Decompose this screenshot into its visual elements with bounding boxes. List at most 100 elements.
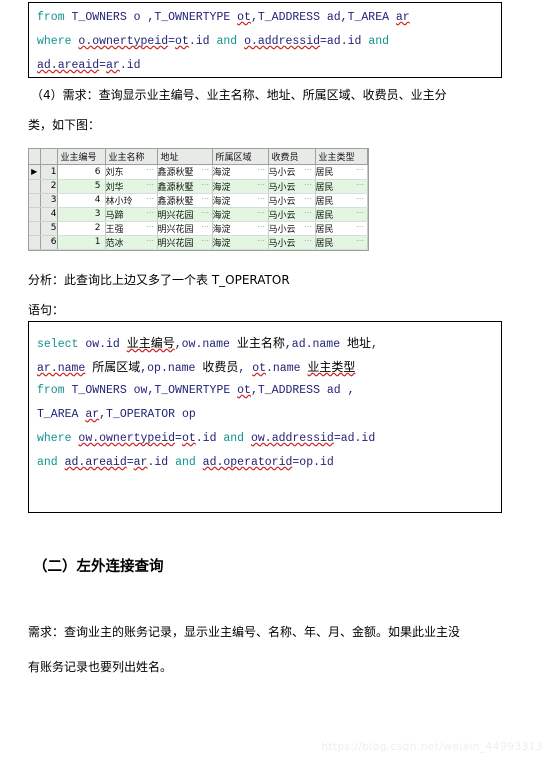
csdn-watermark: https://blog.csdn.net/weixin_44993313 [321, 740, 543, 753]
table-cell[interactable]: 鑫源秋墅 ⋯ [157, 164, 213, 180]
table-cell[interactable]: 6 [57, 164, 106, 180]
table-cell[interactable]: 海淀 ⋯ [212, 164, 269, 180]
row-selector-icon[interactable] [29, 207, 41, 222]
cell-overflow-ellipsis-icon: ⋯ [304, 164, 313, 174]
table-cell[interactable]: 海淀 ⋯ [212, 179, 269, 194]
table-cell[interactable]: 范冰 ⋯ [105, 235, 158, 250]
code-token: =ad.id [320, 35, 369, 48]
code-token: ,ow.name [174, 338, 237, 351]
cell-overflow-ellipsis-icon: ⋯ [304, 207, 313, 217]
table-cell[interactable]: 刘东 ⋯ [105, 164, 158, 180]
table-row[interactable]: 5 2 王强 ⋯ 明兴花园 ⋯ 海淀 ⋯ 马小云 ⋯ 居民 ⋯ [29, 221, 368, 236]
code-token: ot [237, 384, 251, 397]
table-cell[interactable]: 海淀 ⋯ [212, 207, 269, 222]
table-cell[interactable]: 鑫源秋墅 ⋯ [157, 179, 213, 194]
table-cell[interactable]: 海淀 ⋯ [212, 193, 269, 208]
code-line: where ow.ownertypeid=ot.id and ow.addres… [37, 427, 501, 451]
table-row[interactable]: 3 4 林小玲 ⋯ 鑫源秋墅 ⋯ 海淀 ⋯ 马小云 ⋯ 居民 ⋯ [29, 193, 368, 208]
column-header-label: 业主名称 [108, 152, 145, 163]
table-cell[interactable]: 居民 ⋯ [315, 193, 368, 208]
column-header-0[interactable]: 业主编号 [57, 149, 106, 165]
cell-overflow-ellipsis-icon: ⋯ [257, 179, 266, 189]
code-token: 地址 [347, 336, 372, 350]
table-cell[interactable]: 马小云 ⋯ [268, 207, 316, 222]
cell-overflow-ellipsis-icon: ⋯ [146, 221, 155, 231]
table-cell[interactable]: 马小云 ⋯ [268, 235, 316, 250]
cell-value: 马小云 [268, 224, 296, 235]
table-cell[interactable]: 居民 ⋯ [315, 207, 368, 222]
column-header-label: 收费员 [271, 152, 299, 163]
column-header-2[interactable]: 地址 [157, 149, 213, 165]
code-token: ow.addressid [250, 432, 334, 445]
cell-overflow-ellipsis-icon: ⋯ [146, 193, 155, 203]
table-cell[interactable]: 居民 ⋯ [315, 179, 368, 194]
table-cell[interactable]: 林小玲 ⋯ [105, 193, 158, 208]
table-cell[interactable]: 马蹄 ⋯ [105, 207, 158, 222]
cell-overflow-ellipsis-icon: ⋯ [146, 179, 155, 189]
row-selector-icon[interactable] [29, 193, 41, 208]
table-cell[interactable]: 明兴花园 ⋯ [157, 221, 213, 236]
table-cell[interactable]: 1 [57, 235, 106, 250]
column-header-5[interactable]: 业主类型 [315, 149, 368, 165]
table-cell[interactable]: 王强 ⋯ [105, 221, 158, 236]
cell-value: 明兴花园 [157, 224, 194, 235]
code-token: ,ad.name [284, 338, 348, 351]
table-cell[interactable]: 居民 ⋯ [315, 221, 368, 236]
table-cell[interactable]: 明兴花园 ⋯ [157, 207, 213, 222]
table-cell[interactable]: 居民 ⋯ [315, 235, 368, 250]
cell-value: 鑫源秋墅 [157, 196, 194, 207]
code-token: 所属区域 [92, 360, 141, 374]
table-cell[interactable]: 马小云 ⋯ [268, 179, 316, 194]
cell-value: 马蹄 [105, 210, 124, 221]
table-cell[interactable]: 马小云 ⋯ [268, 193, 316, 208]
code-token: T_OWNERS o ,T_OWNERTYPE [71, 11, 238, 24]
code-token: ad.areaid [64, 456, 127, 469]
code-token: .id [195, 432, 224, 445]
cell-overflow-ellipsis-icon: ⋯ [257, 207, 266, 217]
table-cell[interactable]: 海淀 ⋯ [212, 221, 269, 236]
cell-value: 5 [94, 181, 101, 191]
column-header-4[interactable]: 收费员 [268, 149, 316, 165]
cell-value: 6 [94, 166, 101, 177]
cell-overflow-ellipsis-icon: ⋯ [146, 164, 155, 174]
table-cell[interactable]: 5 [57, 179, 106, 194]
cell-value: 马小云 [268, 196, 296, 207]
table-row[interactable]: ▶ 1 6 刘东 ⋯ 鑫源秋墅 ⋯ 海淀 ⋯ 马小云 ⋯ 居民 ⋯ [29, 164, 368, 180]
cell-overflow-ellipsis-icon: ⋯ [304, 193, 313, 203]
code-token: , [238, 362, 253, 375]
table-cell[interactable]: 明兴花园 ⋯ [157, 235, 213, 250]
code-token: = [168, 35, 176, 48]
row-selector-icon[interactable] [29, 221, 41, 236]
table-cell[interactable]: 刘华 ⋯ [105, 179, 158, 194]
column-header-3[interactable]: 所属区域 [212, 149, 269, 165]
row-selector-icon[interactable]: ▶ [29, 164, 41, 180]
code-token: ,op.name [140, 362, 203, 375]
table-cell[interactable]: 3 [57, 207, 106, 222]
table-row[interactable]: 2 5 刘华 ⋯ 鑫源秋墅 ⋯ 海淀 ⋯ 马小云 ⋯ 居民 ⋯ [29, 179, 368, 194]
table-row[interactable]: 6 1 范冰 ⋯ 明兴花园 ⋯ 海淀 ⋯ 马小云 ⋯ 居民 ⋯ [29, 235, 368, 250]
table-cell[interactable]: 4 [57, 193, 106, 208]
grid-corner [29, 149, 41, 165]
table-cell[interactable]: 鑫源秋墅 ⋯ [157, 193, 213, 208]
code-token: ar [133, 456, 148, 469]
table-cell[interactable]: 马小云 ⋯ [268, 221, 316, 236]
table-row[interactable]: 4 3 马蹄 ⋯ 明兴花园 ⋯ 海淀 ⋯ 马小云 ⋯ 居民 ⋯ [29, 207, 368, 222]
cell-value: 马小云 [268, 168, 296, 178]
table-cell[interactable]: 2 [57, 221, 106, 236]
table-cell[interactable]: 海淀 ⋯ [212, 235, 269, 250]
code-token: , [371, 338, 378, 351]
code-token: ot [237, 11, 251, 24]
code-token: =ad.id [333, 432, 376, 445]
cell-value: 马小云 [268, 182, 296, 193]
code-token: .id [188, 35, 217, 48]
code-token: and [175, 456, 203, 469]
table-cell[interactable]: 居民 ⋯ [315, 164, 368, 180]
row-selector-icon[interactable] [29, 179, 41, 194]
column-header-1[interactable]: 业主名称 [105, 149, 158, 165]
row-selector-icon[interactable] [29, 235, 41, 250]
code-token: .id [147, 456, 176, 469]
grid-rownum-header [40, 149, 58, 165]
row-number: 4 [40, 207, 58, 222]
table-cell[interactable]: 马小云 ⋯ [268, 164, 316, 180]
code-token: ot [181, 432, 196, 445]
